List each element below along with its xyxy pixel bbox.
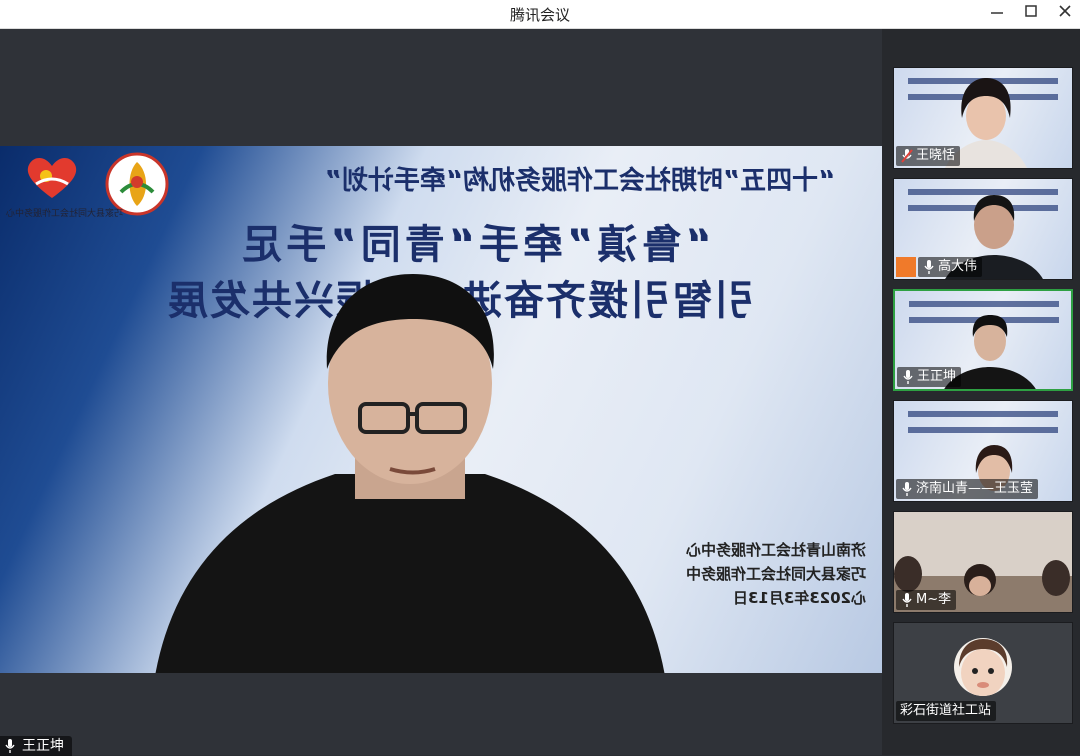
mic-icon (924, 260, 934, 274)
logo-caption: 巧家县大同社会工作服务中心 (6, 209, 124, 219)
mic-icon (5, 739, 15, 753)
close-icon[interactable] (1048, 2, 1080, 26)
avatar (896, 257, 916, 277)
window-title: 腾讯会议 (509, 6, 570, 24)
participant-label: 王晓恬 (896, 146, 961, 166)
participant-name: M~李 (916, 592, 952, 607)
participant-label: 彩石街道社工站 (896, 701, 997, 721)
banner-subtitle: “十四五”时期社会工作服务机构“牵手计划” (324, 166, 836, 196)
speaker-video[interactable]: 巧家县大同社会工作服务中心 “十四五”时期社会工作服务机构“牵手计划” “鲁滇”… (0, 146, 882, 673)
participant-label: 济南山青——王玉莹 (896, 479, 1039, 499)
participant-label: M~李 (896, 590, 957, 610)
speaker-name: 王正坤 (22, 738, 64, 754)
participant-tile[interactable]: 高大伟 (893, 178, 1073, 280)
main-video-area: 巧家县大同社会工作服务中心 “十四五”时期社会工作服务机构“牵手计划” “鲁滇”… (0, 29, 882, 755)
tile-slide-line (909, 301, 1059, 307)
participant-tile[interactable]: 彩石街道社工站 (893, 622, 1073, 724)
tile-slide-line (908, 411, 1058, 417)
participant-name: 高大伟 (938, 259, 978, 274)
participant-name: 王晓恬 (916, 148, 956, 163)
participant-label: 王正坤 (897, 367, 962, 387)
participant-tile[interactable]: 王晓恬 (893, 67, 1073, 169)
info-date: 心2023年3月13日 (732, 589, 866, 607)
participant-name: 济南山青——王玉莹 (916, 481, 1034, 496)
participant-tile[interactable]: 济南山青——王玉莹 (893, 400, 1073, 502)
participant-name: 王正坤 (917, 369, 957, 384)
info-org1: 济南山青社会工作服务中心 (685, 541, 866, 559)
mic-icon (902, 482, 912, 496)
slide-info: 济南山青社会工作服务中心 巧家县大同社会工作服务中 心2023年3月13日 (640, 538, 866, 610)
mic-muted-icon (901, 149, 913, 163)
avatar (954, 638, 1012, 696)
speaker-figure (155, 274, 665, 673)
mic-icon (903, 370, 913, 384)
participant-tile[interactable]: M~李 (893, 511, 1073, 613)
participant-label: 高大伟 (918, 257, 983, 277)
mic-icon (902, 593, 912, 607)
tile-slide-line (908, 427, 1058, 433)
minimize-icon[interactable] (980, 2, 1014, 26)
title-bar: 腾讯会议 (0, 0, 1080, 29)
banner-title-line1: “鲁滇”牵手“青同”手足 (238, 222, 712, 268)
heart-logo-icon (27, 157, 77, 198)
info-org2: 巧家县大同社会工作服务中 (685, 565, 866, 583)
participant-tile-active[interactable]: 王正坤 (893, 289, 1073, 391)
participant-name: 彩石街道社工站 (900, 703, 992, 718)
speaker-name-tag: 王正坤 (0, 736, 72, 756)
maximize-icon[interactable] (1014, 2, 1048, 26)
